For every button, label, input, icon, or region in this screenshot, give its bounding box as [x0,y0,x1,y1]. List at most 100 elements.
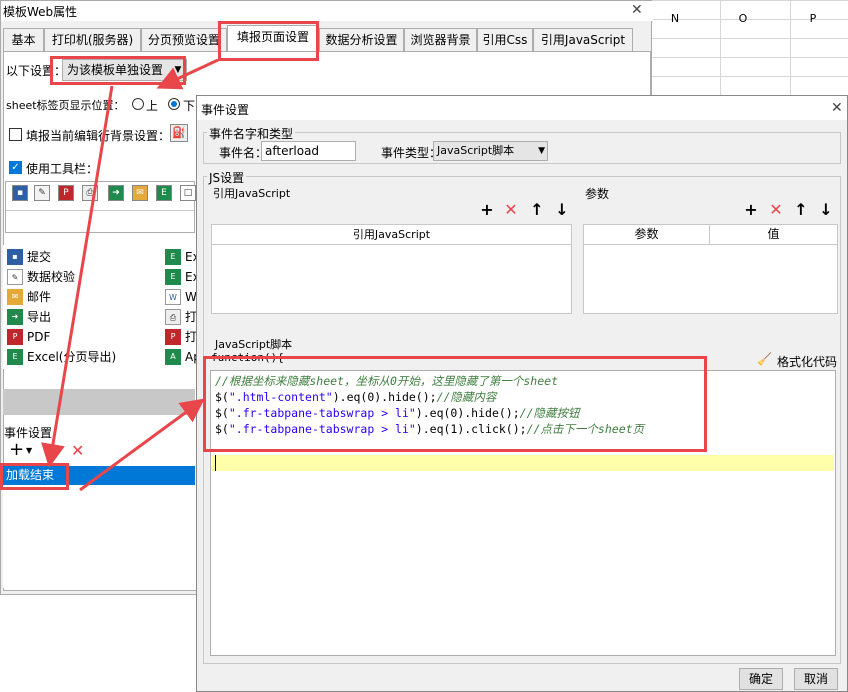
print-icon[interactable]: ⎙ [82,185,98,201]
chevron-down-icon[interactable]: ▼ [26,446,32,455]
window-icon[interactable]: □ [180,185,196,201]
arrow-down-icon[interactable]: ↓ [818,202,834,218]
list-item[interactable]: E Excel(分页导出) [7,347,116,367]
tab-browser-background[interactable]: 浏览器背景 [404,28,477,52]
column-header: 引用JavaScript [212,225,571,245]
mail-icon[interactable]: ✉ [132,185,148,201]
code-string: ".fr-tabpane-tabswrap > li" [228,422,416,436]
chevron-down-icon: ▼ [174,65,182,75]
code-line: //根据坐标来隐藏sheet，坐标从0开始，这里隐藏了第一个sheet [215,373,558,389]
radio-top[interactable] [132,98,144,110]
edit-icon[interactable]: ✎ [45,442,57,458]
list-item-label: Excel(分页导出) [27,350,117,364]
arrow-down-icon[interactable]: ↓ [554,202,570,218]
add-icon[interactable]: + [479,202,495,218]
pdf-icon: P [7,329,23,345]
tab-page-preview[interactable]: 分页预览设置 [141,28,227,52]
paint-bucket-icon[interactable]: ⛽ [170,124,188,142]
code-string: ".fr-tabpane-tabswrap > li" [228,406,416,420]
group-label: 事件名字和类型 [207,125,296,142]
arrow-up-icon[interactable]: ↑ [793,202,809,218]
setting-label: 以下设置： [6,64,67,78]
toolbar-preview: ▪ ✎ P ⎙ ➜ ✉ E □ [5,181,196,233]
close-icon[interactable]: ✕ [831,100,843,116]
window-titlebar: 模板Web属性 ✕ [1,1,653,21]
delete-icon[interactable]: ✕ [71,441,84,460]
list-footer [3,389,195,415]
print-pdf-icon: P [165,329,181,345]
print-icon: ⎙ [165,309,181,325]
event-name-label: 事件名： [219,146,268,160]
javascript-editor[interactable]: //根据坐标来隐藏sheet，坐标从0开始，这里隐藏了第一个sheet $(".… [210,370,836,656]
radio-top-label: 上 [146,99,159,113]
list-item-label: 邮件 [27,290,52,304]
window-title: 模板Web属性 [3,5,78,19]
code-comment: //隐藏按钮 [519,406,580,420]
save-icon[interactable]: ▪ [12,185,28,201]
list-item-label: 提交 [27,250,52,264]
toolbar-label: 使用工具栏： [26,162,99,176]
list-item-label: 数据校验 [27,270,76,284]
code-comment: //点击下一个sheet页 [526,422,645,436]
close-icon[interactable]: ✕ [631,2,643,18]
add-icon[interactable]: + [9,441,24,459]
code-text: ).eq(0).hide(); [415,406,520,420]
list-item[interactable]: P打 [165,327,197,347]
delete-icon[interactable]: ✕ [768,202,784,218]
dialog-title: 事件设置 [201,103,250,117]
code-text: $( [215,390,229,404]
code-line: $(".fr-tabpane-tabswrap > li").eq(0).hid… [215,405,580,421]
list-item[interactable]: E Ex [165,267,200,287]
code-text: ).eq(1).click(); [415,422,527,436]
code-comment: //隐藏内容 [436,390,497,404]
add-icon[interactable]: + [743,202,759,218]
list-item[interactable]: ✉ 邮件 [7,287,51,307]
group-label: JS设置 [207,169,247,186]
arrow-up-icon[interactable]: ↑ [529,202,545,218]
tab-fill-page-settings[interactable]: 填报页面设置 [227,25,319,52]
tab-data-analysis[interactable]: 数据分析设置 [319,28,404,52]
params-table: 参数 值 [583,224,838,314]
tab-printer[interactable]: 打印机(服务器) [44,28,141,52]
format-code-button[interactable]: 格式化代码 [777,353,837,370]
radio-bottom[interactable] [168,98,180,110]
list-item[interactable]: E Ex [165,247,200,267]
cancel-button[interactable]: 取消 [794,668,838,690]
column-header: P [809,12,817,25]
tab-ref-javascript[interactable]: 引用JavaScript [533,28,633,52]
edit-icon: ✎ [7,269,23,285]
code-text: ).eq(0).hide(); [332,390,437,404]
list-item[interactable]: ⎙ 打 [165,307,197,327]
column-header: 值 [710,225,837,245]
code-string: ".html-content" [228,390,333,404]
setting-dropdown[interactable]: 为该模板单独设置 ▼ [62,59,187,81]
script-label: JavaScript脚本 [215,338,293,351]
mail-icon: ✉ [7,289,23,305]
event-type-dropdown[interactable]: JavaScript脚本 ▼ [433,141,548,161]
list-item[interactable]: P PDF [7,327,50,347]
event-item-load-end[interactable]: 加载结束 [3,466,195,485]
ref-js-label: 引用JavaScript [213,187,291,200]
export-icon[interactable]: ➜ [108,185,124,201]
app-icon: A [165,349,181,365]
sheet-position-label: sheet标签页显示位置： [6,99,125,112]
excel-icon: E [7,349,23,365]
list-item[interactable]: ▪ 提交 [7,247,51,267]
code-text: $( [215,422,229,436]
list-item[interactable]: ➜ 导出 [7,307,51,327]
bg-color-checkbox[interactable] [9,128,22,141]
toolbar-checkbox[interactable]: ✓ [9,161,22,174]
list-item[interactable]: ✎ 数据校验 [7,267,75,287]
excel-icon[interactable]: E [156,185,172,201]
radio-bottom-label: 下 [183,99,196,113]
current-line-highlight [212,455,834,471]
pdf-icon[interactable]: P [58,185,74,201]
tab-ref-css[interactable]: 引用Css [477,28,533,52]
code-text: $( [215,406,229,420]
code-comment: //根据坐标来隐藏sheet，坐标从0开始，这里隐藏了第一个sheet [215,374,559,388]
edit-icon[interactable]: ✎ [34,185,50,201]
tab-basic[interactable]: 基本 [3,28,44,52]
event-name-input[interactable]: afterload [261,141,356,161]
ok-button[interactable]: 确定 [739,668,783,690]
delete-icon[interactable]: ✕ [503,202,519,218]
